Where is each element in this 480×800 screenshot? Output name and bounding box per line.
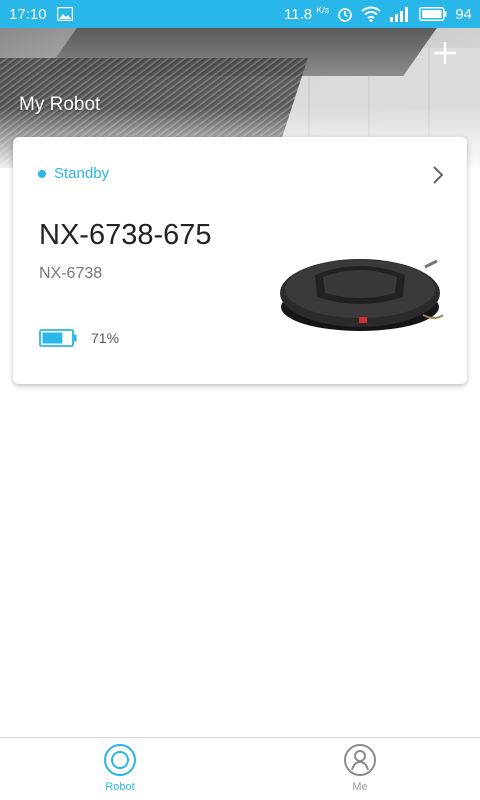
robot-battery: 71%: [39, 329, 119, 347]
tab-robot[interactable]: Robot: [0, 738, 240, 800]
cellular-signal-icon: [390, 7, 409, 22]
robot-icon: [104, 744, 136, 776]
robot-card[interactable]: Standby NX-6738-675 NX-6738 71%: [13, 137, 467, 384]
tab-me[interactable]: Me: [240, 738, 480, 800]
battery-icon: [419, 7, 447, 21]
robot-model: NX-6738: [39, 265, 103, 282]
robot-status: Standby: [38, 165, 109, 182]
battery-percent: 94: [455, 5, 472, 23]
status-bar-right: 11.8 K/s 94: [284, 5, 472, 23]
status-label: Standby: [54, 165, 110, 182]
status-time: 17:10: [9, 5, 47, 23]
alarm-icon: [338, 8, 353, 22]
robot-vacuum-image: [280, 259, 444, 331]
status-bar: 17:10 11.8 K/s 94: [0, 0, 480, 28]
tab-me-label: Me: [352, 781, 368, 793]
page-title: My Robot: [19, 94, 101, 115]
image-notification-icon: [56, 7, 73, 21]
robot-battery-percent: 71%: [91, 330, 120, 346]
status-dot: [38, 169, 46, 178]
wifi-icon: [361, 6, 381, 22]
plus-icon[interactable]: [432, 40, 458, 66]
network-speed: 11.8 K/s: [284, 5, 330, 23]
bottom-tab-bar: Robot Me: [0, 737, 480, 800]
status-bar-left: 17:10: [9, 6, 73, 23]
person-icon: [344, 744, 376, 776]
robot-name: NX-6738-675: [39, 219, 212, 251]
chevron-right-icon[interactable]: [431, 165, 445, 185]
tab-robot-label: Robot: [105, 781, 135, 793]
robot-battery-icon: [39, 329, 77, 347]
